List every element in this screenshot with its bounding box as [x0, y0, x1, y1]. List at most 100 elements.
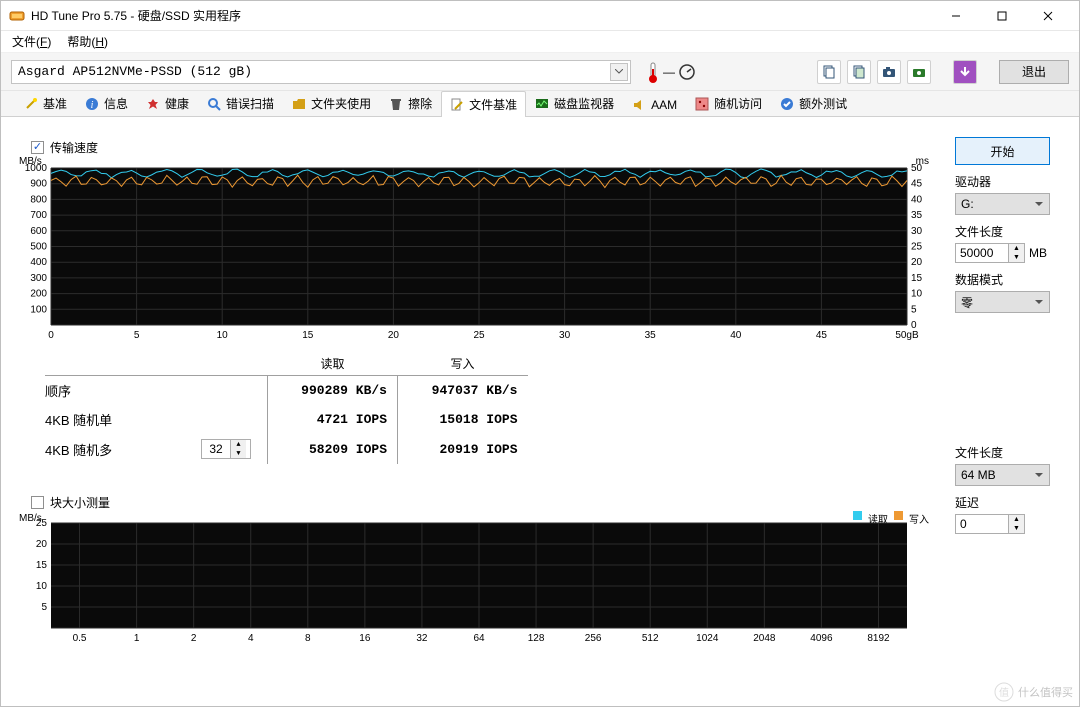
svg-text:32: 32	[416, 633, 428, 644]
svg-text:700: 700	[30, 210, 47, 221]
options-button[interactable]	[953, 60, 977, 84]
delay-label: 延迟	[955, 494, 1065, 511]
filelen2-select[interactable]: 64 MB	[955, 464, 1050, 486]
svg-text:35: 35	[645, 330, 657, 341]
spin-down[interactable]: ▼	[1009, 524, 1024, 533]
svg-text:20: 20	[36, 539, 48, 550]
svg-text:25: 25	[36, 518, 48, 529]
maximize-button[interactable]	[979, 1, 1025, 31]
menu-file[interactable]: 文件(F)	[6, 31, 57, 52]
copy-info-button[interactable]	[847, 60, 871, 84]
exit-button[interactable]: 退出	[999, 60, 1069, 84]
screenshot-button[interactable]	[877, 60, 901, 84]
close-button[interactable]	[1025, 1, 1071, 31]
tab-info[interactable]: i信息	[76, 90, 137, 116]
svg-text:10: 10	[217, 330, 229, 341]
filelen2-label: 文件长度	[955, 444, 1065, 461]
svg-text:10: 10	[911, 289, 923, 300]
svg-text:200: 200	[30, 289, 47, 300]
drive-select-value: Asgard AP512NVMe-PSSD (512 gB)	[18, 64, 252, 79]
delay-spinbox[interactable]: ▲▼	[955, 514, 1025, 534]
save-screenshot-button[interactable]	[907, 60, 931, 84]
tab-aam[interactable]: AAM	[623, 93, 686, 116]
svg-text:50gB: 50gB	[895, 330, 919, 341]
transfer-checkbox[interactable]	[31, 141, 44, 154]
svg-text:8: 8	[305, 633, 311, 644]
random-icon	[695, 97, 709, 111]
tab-file-benchmark[interactable]: 文件基准	[441, 91, 526, 117]
svg-text:800: 800	[30, 194, 47, 205]
tab-random-access[interactable]: 随机访问	[686, 90, 771, 116]
rnd1-read: 4721 IOPS	[268, 405, 398, 434]
row-4k-single: 4KB 随机单	[45, 405, 185, 434]
seq-read: 990289 KB/s	[268, 376, 398, 406]
queue-depth-spinbox[interactable]: ▲▼	[201, 439, 251, 459]
svg-text:16: 16	[359, 633, 371, 644]
app-icon	[9, 8, 25, 24]
monitor-icon	[535, 97, 549, 111]
chevron-down-icon[interactable]	[610, 63, 628, 81]
filelen-unit: MB	[1029, 246, 1047, 260]
spin-up[interactable]: ▲	[1009, 244, 1024, 253]
svg-text:500: 500	[30, 242, 47, 253]
tab-erase[interactable]: 擦除	[380, 90, 441, 116]
svg-text:1: 1	[134, 633, 140, 644]
tab-errorscan[interactable]: 错误扫描	[198, 90, 283, 116]
svg-text:45: 45	[816, 330, 828, 341]
gauge-icon	[679, 64, 695, 80]
delay-input[interactable]	[956, 515, 1008, 533]
tab-folder-usage[interactable]: 文件夹使用	[283, 90, 380, 116]
svg-text:15: 15	[36, 560, 48, 571]
svg-text:300: 300	[30, 273, 47, 284]
svg-text:0.5: 0.5	[73, 633, 87, 644]
svg-text:4: 4	[248, 633, 254, 644]
svg-text:45: 45	[911, 179, 923, 190]
filelen-spinbox[interactable]: ▲▼	[955, 243, 1025, 263]
tabbar: 基准 i信息 健康 错误扫描 文件夹使用 擦除 文件基准 磁盘监视器 AAM 随…	[1, 91, 1079, 117]
blocksize-checkbox[interactable]	[31, 496, 44, 509]
rndm-write: 20919 IOPS	[398, 434, 528, 464]
results-table: 读取写入 顺序 990289 KB/s 947037 KB/s 4KB 随机单 …	[45, 352, 945, 464]
spin-down[interactable]: ▼	[1009, 253, 1024, 262]
svg-text:值: 值	[999, 686, 1009, 699]
spin-up[interactable]: ▲	[1009, 515, 1024, 524]
col-read: 读取	[268, 352, 398, 376]
svg-text:4096: 4096	[810, 633, 833, 644]
tab-health[interactable]: 健康	[137, 90, 198, 116]
menubar: 文件(F) 帮助(H)	[1, 31, 1079, 53]
menu-help[interactable]: 帮助(H)	[61, 31, 114, 52]
svg-text:2: 2	[191, 633, 197, 644]
health-icon	[146, 97, 160, 111]
smzdm-icon: 值	[994, 682, 1014, 702]
svg-text:400: 400	[30, 257, 47, 268]
spin-up[interactable]: ▲	[231, 440, 246, 449]
rnd1-write: 15018 IOPS	[398, 405, 528, 434]
svg-text:50: 50	[911, 163, 923, 174]
queue-depth-input[interactable]	[202, 440, 230, 458]
svg-text:600: 600	[30, 226, 47, 237]
drive-select[interactable]: Asgard AP512NVMe-PSSD (512 gB)	[11, 60, 631, 84]
start-button[interactable]: 开始	[955, 137, 1050, 165]
blocksize-chart: MB/s 读取 写入 510152025 0.51248163264128256…	[15, 513, 935, 648]
svg-text:1000: 1000	[25, 163, 48, 174]
wand-icon	[24, 97, 38, 111]
svg-text:40: 40	[730, 330, 742, 341]
minimize-button[interactable]	[933, 1, 979, 31]
tab-disk-monitor[interactable]: 磁盘监视器	[526, 90, 623, 116]
svg-text:25: 25	[911, 242, 923, 253]
tab-benchmark[interactable]: 基准	[15, 90, 76, 116]
svg-text:1024: 1024	[696, 633, 719, 644]
svg-text:64: 64	[473, 633, 485, 644]
filelen-input[interactable]	[956, 244, 1008, 262]
svg-text:30: 30	[559, 330, 571, 341]
svg-text:5: 5	[911, 304, 917, 315]
tab-extra-tests[interactable]: 额外测试	[771, 90, 856, 116]
datamode-select[interactable]: 零	[955, 291, 1050, 313]
info-icon: i	[85, 97, 99, 111]
drive-letter-select[interactable]: G:	[955, 193, 1050, 215]
copy-text-button[interactable]	[817, 60, 841, 84]
svg-text:512: 512	[642, 633, 659, 644]
drive-label: 驱动器	[955, 173, 1065, 190]
spin-down[interactable]: ▼	[231, 449, 246, 458]
transfer-title: 传输速度	[50, 139, 98, 156]
